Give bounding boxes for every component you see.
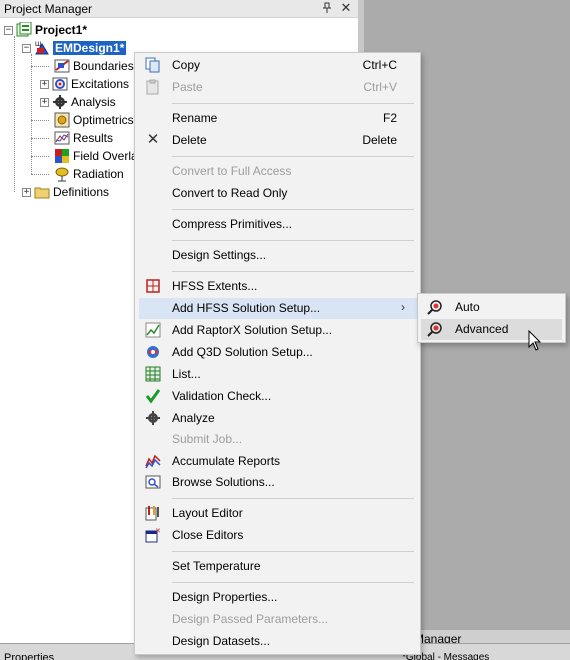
tree-item-excitations[interactable]: + Excitations [40,75,129,93]
menu-item-analyze[interactable]: Analyze [139,408,417,429]
menu-item-layout-editor[interactable]: Layout Editor [139,503,417,524]
excitations-icon [52,76,68,92]
delete-icon: ✕ [146,131,160,148]
tree-label-design: EMDesign1* [53,41,127,55]
solution-setup-icon [427,321,443,337]
menu-item-design-passed-parameters[interactable]: Design Passed Parameters... [139,609,417,630]
menu-item-set-temperature[interactable]: Set Temperature [139,556,417,577]
copy-icon [145,57,161,73]
submenu-item-auto[interactable]: Auto [421,297,562,318]
tree-label-field-overlays: Field Overla [73,149,138,163]
tree-item-definitions[interactable]: + Definitions [22,183,109,201]
tree-line [14,36,15,192]
tree-item-boundaries[interactable]: Boundaries [40,57,134,75]
menu-item-delete[interactable]: ✕ Delete Delete [139,130,417,151]
mouse-cursor-icon [528,329,542,352]
menu-separator [172,240,414,241]
hfss-setup-submenu: Auto Advanced [417,293,566,343]
results-icon [54,130,70,146]
boundaries-icon [54,58,70,74]
accumulate-reports-icon [145,453,161,469]
tree-label-analysis: Analysis [71,95,116,109]
expand-icon[interactable]: + [40,97,49,107]
menu-separator [172,156,414,157]
raptorx-icon [145,322,161,338]
validation-check-icon [145,388,161,404]
expand-icon[interactable]: + [40,79,49,89]
tree-label-boundaries: Boundaries [73,59,134,73]
tree-label-definitions: Definitions [53,185,110,199]
expand-icon[interactable]: + [22,187,31,197]
solution-setup-icon [427,299,443,315]
svg-text:✕: ✕ [155,527,161,535]
project-icon [16,21,32,38]
folder-icon [34,184,50,200]
menu-item-validation-check[interactable]: Validation Check... [139,386,417,407]
tree-label-project: Project1* [35,23,88,37]
tree-item-radiation[interactable]: Radiation [40,165,124,183]
tree-label-optimetrics: Optimetrics [73,113,134,127]
hfss-extents-icon [145,278,161,294]
menu-separator [172,103,414,104]
tree-item-design[interactable]: − Ш EMDesign1* [22,39,127,57]
menu-item-design-settings[interactable]: Design Settings... [139,245,417,266]
menu-separator [172,271,414,272]
tree-item-analysis[interactable]: + Analysis [40,93,116,111]
menu-item-add-raptorx-setup[interactable]: Add RaptorX Solution Setup... [139,320,417,341]
menu-item-add-q3d-setup[interactable]: Add Q3D Solution Setup... [139,342,417,363]
menu-separator [172,582,414,583]
close-editors-icon: ✕ [145,527,161,543]
close-icon[interactable]: ✕ [340,1,352,15]
analysis-gear-icon [52,94,68,110]
tree-label-results: Results [73,131,114,145]
layout-editor-icon [145,505,161,521]
menu-separator [172,551,414,552]
menu-item-rename[interactable]: Rename F2 [139,108,417,129]
optimetrics-icon [54,112,70,128]
menu-item-design-properties[interactable]: Design Properties... [139,587,417,608]
submenu-arrow-icon: › [401,300,405,314]
analyze-gear-icon [145,410,161,426]
menu-item-browse-solutions[interactable]: Browse Solutions... [139,472,417,493]
tree-item-project[interactable]: − Project1* [4,21,87,39]
properties-title: Properties [4,652,55,660]
tree-label-excitations: Excitations [71,77,130,91]
menu-item-convert-full-access[interactable]: Convert to Full Access [139,161,417,182]
menu-item-convert-read-only[interactable]: Convert to Read Only [139,183,417,204]
tree-item-results[interactable]: Results [40,129,113,147]
paste-icon [145,79,161,95]
pin-icon[interactable] [322,2,332,14]
design-icon: Ш [34,40,50,56]
radiation-icon [54,166,70,182]
menu-item-compress-primitives[interactable]: Compress Primitives... [139,214,417,235]
collapse-icon[interactable]: − [22,43,31,53]
tree-label-radiation: Radiation [73,167,124,181]
list-icon [145,366,161,382]
menu-item-accumulate-reports[interactable]: Accumulate Reports [139,451,417,472]
menu-item-copy[interactable]: Copy Ctrl+C [139,55,417,76]
menu-item-list[interactable]: List... [139,364,417,385]
menu-item-design-datasets[interactable]: Design Datasets... [139,631,417,652]
panel-header: Project Manager ✕ [0,0,358,18]
q3d-icon [145,344,161,360]
tree-item-field-overlays[interactable]: Field Overla [40,147,138,165]
collapse-icon[interactable]: − [4,25,13,35]
svg-text:Ш: Ш [35,41,41,48]
field-overlays-icon [54,148,70,164]
panel-title: Project Manager [4,2,93,16]
menu-item-paste[interactable]: Paste Ctrl+V [139,77,417,98]
menu-item-submit-job[interactable]: Submit Job... [139,429,417,450]
menu-item-hfss-extents[interactable]: HFSS Extents... [139,276,417,297]
browse-solutions-icon [145,474,161,490]
menu-separator [172,498,414,499]
context-menu: Copy Ctrl+C Paste Ctrl+V Rename F2 ✕ Del… [134,52,421,655]
menu-item-add-hfss-solution-setup[interactable]: Add HFSS Solution Setup... › [139,298,417,319]
menu-separator [172,209,414,210]
tree-item-optimetrics[interactable]: Optimetrics [40,111,134,129]
menu-item-close-editors[interactable]: ✕ Close Editors [139,525,417,546]
